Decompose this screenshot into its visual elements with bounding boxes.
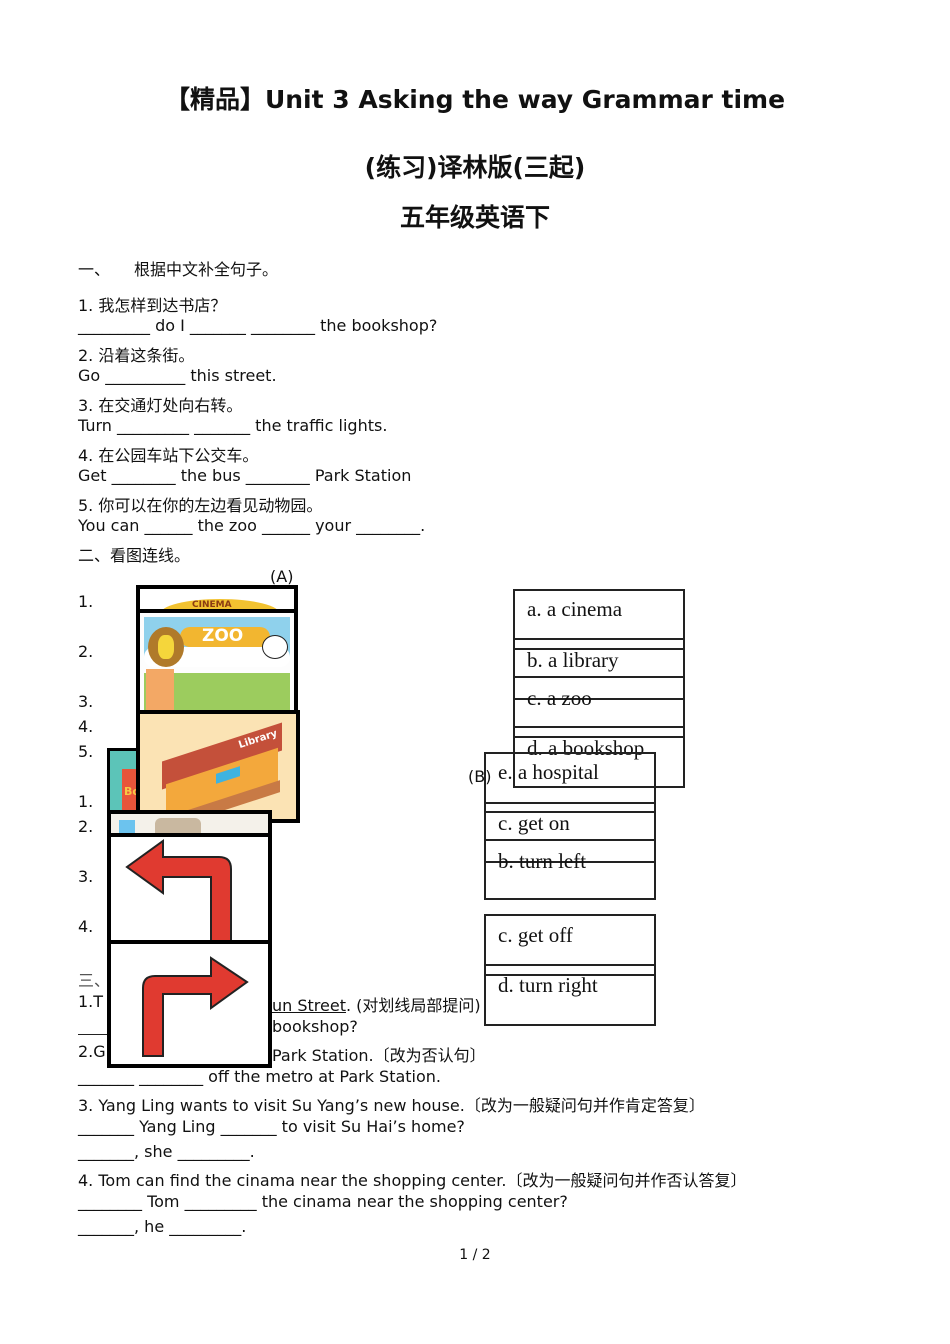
s3-q3-answer2: _______, she _________. xyxy=(78,1142,255,1161)
page-number: 1 / 2 xyxy=(459,1247,491,1263)
page-subtitle: (练习)译林版(三起) xyxy=(364,153,586,182)
divider xyxy=(484,802,656,804)
s3-q2-start: 2.G xyxy=(78,1042,106,1061)
divider xyxy=(513,676,685,678)
s1-q3-en: Turn _________ _______ the traffic light… xyxy=(78,416,388,435)
option-c-get-on[interactable]: c. get on xyxy=(498,811,570,836)
turn-left-image xyxy=(107,833,272,945)
divider xyxy=(513,726,685,728)
s1-q1-en: _________ do I _______ ________ the book… xyxy=(78,316,438,335)
turn-left-arrow-icon xyxy=(125,839,232,941)
part-b-number: 4. xyxy=(78,917,94,936)
s3-q4-answer2: _______, he _________. xyxy=(78,1217,247,1236)
s1-q5-en: You can ______ the zoo ______ your _____… xyxy=(78,516,426,535)
section2-heading: 二、看图连线。 xyxy=(78,546,191,565)
zoo-sign: ZOO xyxy=(202,626,244,646)
s3-q3-answer1: _______ Yang Ling _______ to visit Su Ha… xyxy=(78,1117,465,1136)
s1-q1-zh: 1. 我怎样到达书店？ xyxy=(78,296,227,315)
zoo-image: ZOO xyxy=(136,609,298,719)
option-b-library[interactable]: b. a library xyxy=(527,648,619,673)
s3-q4-answer1: ________ Tom _________ the cinama near t… xyxy=(78,1192,568,1211)
option-d-turn-right[interactable]: d. turn right xyxy=(498,973,598,998)
s3-q2-answer: _______ ________ off the metro at Park S… xyxy=(78,1067,442,1086)
grade-title: 五年级英语下 xyxy=(399,203,550,232)
divider xyxy=(484,964,656,966)
s1-q3-zh: 3. 在交通灯处向右转。 xyxy=(78,396,243,415)
s3-q4: 4. Tom can find the cinama near the shop… xyxy=(78,1171,747,1190)
part-b-number: 1. xyxy=(78,792,94,811)
part-a-number: 3. xyxy=(78,692,94,711)
part-a-label: (A) xyxy=(270,567,294,586)
option-a-cinema[interactable]: a. a cinema xyxy=(527,597,622,622)
s1-q2-zh: 2. 沿着这条街。 xyxy=(78,346,195,365)
section1-heading: 根据中文补全句子。 xyxy=(134,260,279,279)
page-title: 【精品】Unit 3 Asking the way Grammar time xyxy=(164,85,786,114)
section1-number: 一、 xyxy=(78,260,111,279)
s3-q3: 3. Yang Ling wants to visit Su Yang’s ne… xyxy=(78,1096,705,1115)
part-b-number: 2. xyxy=(78,817,94,836)
turn-right-arrow-icon xyxy=(142,956,249,1057)
part-a-number: 4. xyxy=(78,717,94,736)
library-image: Library xyxy=(136,710,300,823)
option-c-zoo[interactable]: c. a zoo xyxy=(527,686,592,711)
s3-q1-rest: un Street. (对划线局部提问) xyxy=(272,992,481,1016)
s3-q1-start: 1.T xyxy=(78,992,104,1011)
part-a-number: 2. xyxy=(78,642,94,661)
s1-q4-zh: 4. 在公园车站下公交车。 xyxy=(78,446,259,465)
s3-q1-instruction: . (对划线局部提问) xyxy=(345,996,481,1015)
s1-q4-en: Get ________ the bus ________ Park Stati… xyxy=(78,466,412,485)
section3-heading: 三、 xyxy=(78,971,111,990)
s3-q1-answer: bookshop? xyxy=(272,1017,358,1036)
divider xyxy=(513,638,685,640)
divider xyxy=(484,839,656,841)
part-b-number: 3. xyxy=(78,867,94,886)
s1-q5-zh: 5. 你可以在你的左边看见动物园。 xyxy=(78,496,323,515)
s1-q2-en: Go __________ this street. xyxy=(78,366,277,385)
turn-right-image xyxy=(107,940,272,1068)
part-a-number: 1. xyxy=(78,592,94,611)
part-a-number: 5. xyxy=(78,742,94,761)
s3-q2-rest: Park Station.〔改为否认句〕 xyxy=(272,1046,486,1065)
s3-q1-underlined: un Street xyxy=(272,996,346,1015)
option-e-hospital[interactable]: e. a hospital xyxy=(498,760,599,785)
option-c-get-off[interactable]: c. get off xyxy=(498,923,573,948)
option-b-turn-left[interactable]: b. turn left xyxy=(498,849,586,874)
